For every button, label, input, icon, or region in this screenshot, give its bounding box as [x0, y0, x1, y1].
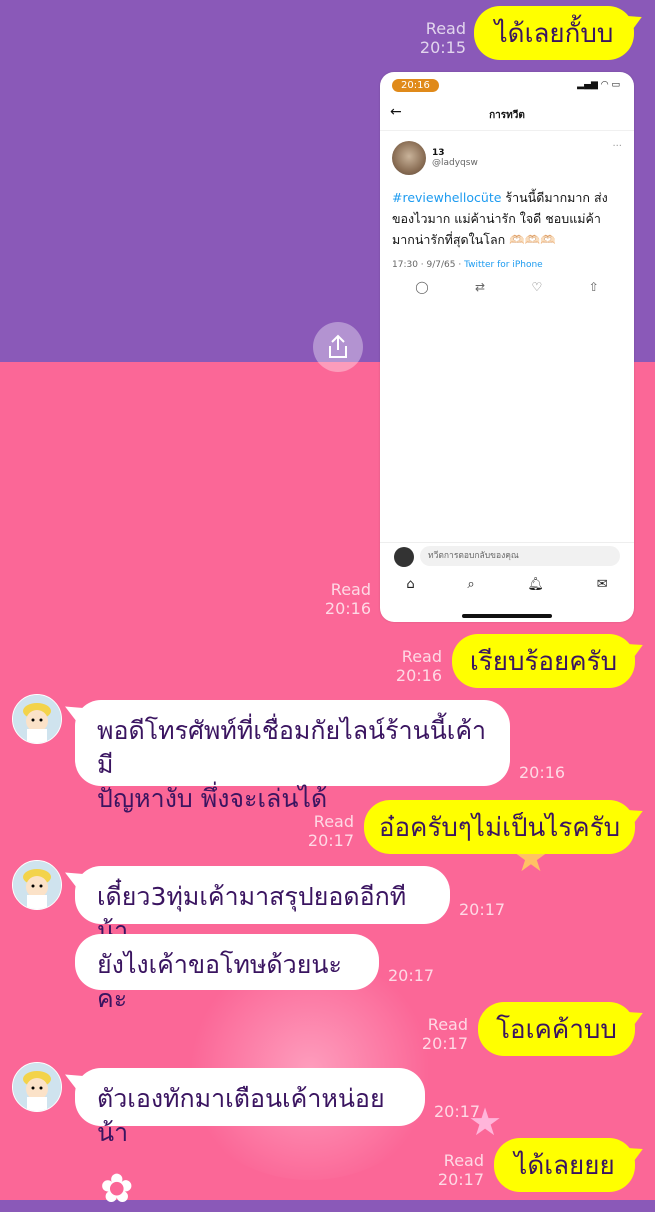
contact-avatar[interactable]	[12, 1062, 62, 1112]
read-label: Read	[427, 1015, 468, 1034]
read-receipt: Read 20:16	[315, 580, 371, 618]
tweet-body: #reviewhellocüte ร้านนี้ดีมากมาก ส่ง ของ…	[392, 187, 622, 250]
mail-icon: ✉	[596, 577, 608, 592]
status-bar: 20:16 ▂▄▆ ◠ ▭	[380, 72, 634, 100]
hashtag: #reviewhellocüte	[392, 190, 502, 205]
message-time: 20:17	[459, 900, 506, 919]
read-receipt: Read 20:17	[298, 812, 354, 850]
reply-input: ทวีตการตอบกลับของคุณ	[420, 546, 620, 566]
shinchan-avatar-icon	[13, 1063, 61, 1111]
tweet-line-3: มากน่ารักที่สุดในโลก 🫶🏻🫶🏻🫶🏻	[392, 232, 556, 247]
search-icon: ⌕	[467, 577, 475, 592]
message-time: 20:16	[324, 599, 371, 618]
message-text: เรียบร้อยครับ	[469, 646, 618, 677]
message-text: ได้เลยกั้บบ	[494, 18, 614, 49]
message-time: 20:15	[419, 38, 466, 57]
message-time: 20:17	[421, 1034, 468, 1053]
message-text: โอเคค้าบบ	[496, 1014, 617, 1045]
message-time: 20:16	[519, 763, 566, 782]
share-icon	[329, 334, 347, 358]
tweet-date-text: 17:30 · 9/7/65 ·	[392, 260, 465, 270]
like-icon: ♡	[531, 280, 543, 294]
status-time: 20:16	[392, 79, 439, 92]
outgoing-message[interactable]: เรียบร้อยครับ	[452, 634, 635, 688]
read-label: Read	[425, 19, 466, 38]
incoming-message[interactable]: ยังไงเค้าขอโทษด้วยนะคะ	[75, 934, 379, 1013]
author-handle: @ladyqsw	[432, 158, 478, 168]
home-icon: ⌂	[406, 577, 415, 592]
contact-avatar[interactable]	[12, 860, 62, 910]
tweet: 13 @ladyqsw ··· #reviewhellocüte ร้านนี้…	[380, 131, 634, 304]
more-icon: ···	[612, 141, 622, 152]
incoming-message[interactable]: เดี๋ยว3ทุ่มเค้ามาสรุปยอดอีกทีน้า	[75, 866, 450, 945]
tab-bar: ⌂ ⌕ 🔔︎ ✉	[380, 577, 634, 597]
tweet-source: Twitter for iPhone	[464, 260, 543, 270]
reply-bar: ทวีตการตอบกลับของคุณ	[380, 542, 634, 569]
read-receipt: Read 20:17	[428, 1151, 484, 1189]
shinchan-avatar-icon	[13, 861, 61, 909]
read-receipt: Read 20:17	[412, 1015, 468, 1053]
message-time: 20:17	[307, 831, 354, 850]
home-indicator	[462, 614, 552, 618]
tweet-line-2: ของไวมาก แม่ค้าน่ารัก ใจดี ชอบแม่ค้า	[392, 211, 601, 226]
read-label: Read	[443, 1151, 484, 1170]
incoming-message[interactable]: ตัวเองทักมาเตือนเค้าหน่อยน้า	[75, 1068, 425, 1147]
shared-screenshot-image[interactable]: 20:16 ▂▄▆ ◠ ▭ ← การทวีต 13 @ladyqsw ··· …	[380, 72, 634, 622]
share-button[interactable]	[313, 322, 363, 372]
bell-icon: 🔔︎	[527, 577, 544, 592]
read-receipt: Read 20:15	[410, 19, 466, 57]
reply-icon: ◯	[415, 280, 429, 294]
reply-avatar	[394, 547, 414, 567]
outgoing-message[interactable]: ได้เลยยย	[494, 1138, 635, 1192]
contact-avatar[interactable]	[12, 694, 62, 744]
message-time: 20:17	[437, 1170, 484, 1189]
outgoing-message[interactable]: อ๋อครับๆไม่เป็นไรครับ	[364, 800, 635, 854]
incoming-message[interactable]: พอดีโทรศัพท์ที่เชื่อมกัยไลน์ร้านนี้เค้าม…	[75, 700, 510, 813]
tweet-header: ← การทวีต	[380, 100, 634, 131]
author-avatar	[392, 141, 426, 175]
read-receipt: Read 20:16	[386, 647, 442, 685]
message-text: ตัวเองทักมาเตือนเค้าหน่อยน้า	[97, 1084, 385, 1147]
share-icon: ⇧	[588, 280, 599, 294]
tweet-date: 17:30 · 9/7/65 · Twitter for iPhone	[392, 260, 622, 270]
message-time: 20:17	[434, 1102, 481, 1121]
retweet-icon: ⇄	[475, 280, 486, 294]
outgoing-message[interactable]: โอเคค้าบบ	[478, 1002, 635, 1056]
message-text: อ๋อครับๆไม่เป็นไรครับ	[378, 812, 621, 843]
read-label: Read	[313, 812, 354, 831]
message-line: พอดีโทรศัพท์ที่เชื่อมกัยไลน์ร้านนี้เค้าม…	[97, 716, 487, 779]
message-text: ได้เลยยย	[514, 1150, 615, 1181]
message-time: 20:17	[388, 966, 435, 985]
message-text: ยังไงเค้าขอโทษด้วยนะคะ	[97, 950, 342, 1013]
tweet-line-1: ร้านนี้ดีมากมาก ส่ง	[501, 190, 608, 205]
read-label: Read	[330, 580, 371, 599]
tweet-actions: ◯ ⇄ ♡ ⇧	[392, 280, 622, 294]
shinchan-avatar-icon	[13, 695, 61, 743]
message-time: 20:16	[395, 666, 442, 685]
flower-decoration: ✿	[100, 1166, 134, 1212]
header-title: การทวีต	[489, 110, 525, 121]
author-name: 13	[432, 148, 445, 158]
read-label: Read	[401, 647, 442, 666]
status-icons: ▂▄▆ ◠ ▭	[577, 80, 620, 90]
outgoing-message[interactable]: ได้เลยกั้บบ	[474, 6, 634, 60]
